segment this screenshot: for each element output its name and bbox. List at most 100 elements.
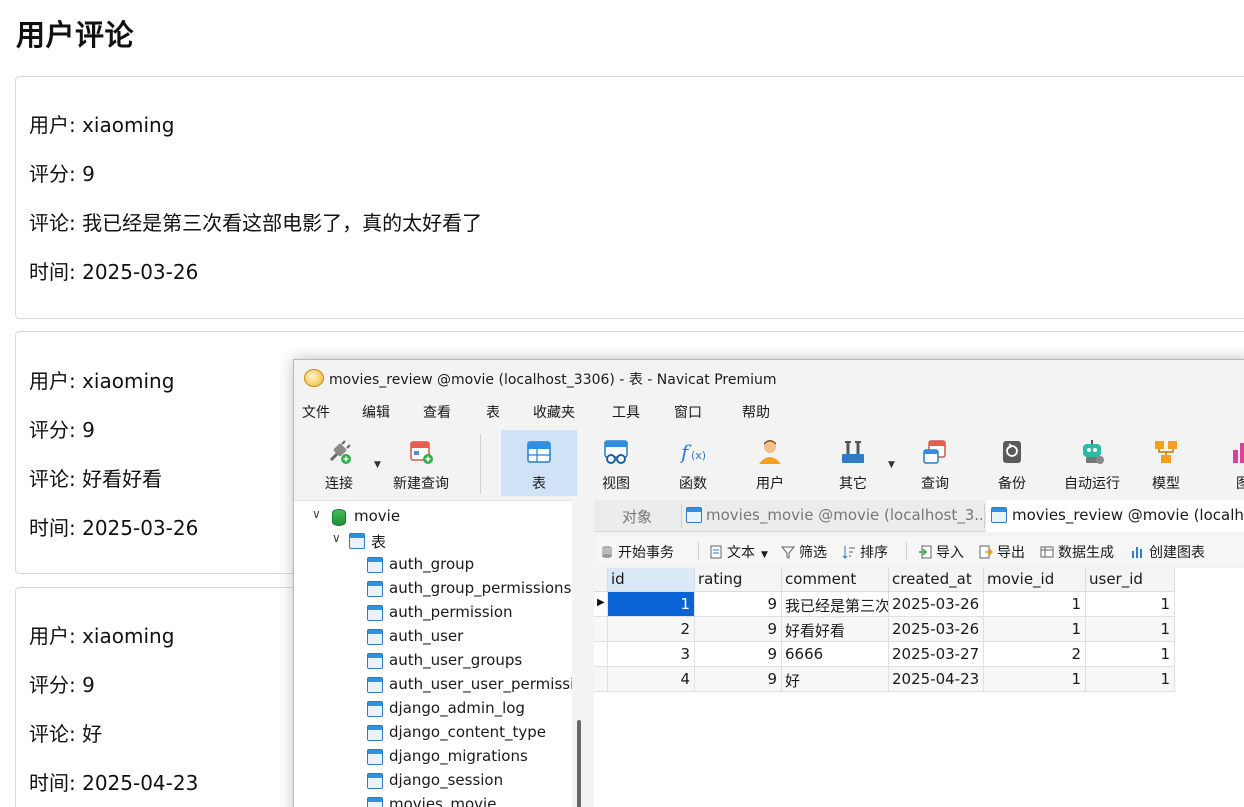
table-cell[interactable]: 2 — [608, 617, 695, 642]
table-cell[interactable]: 2025-03-26 1 — [889, 617, 984, 642]
menu-table[interactable]: 表 — [486, 402, 500, 422]
views-button[interactable]: 视图 — [578, 430, 654, 496]
backup-button[interactable]: 备份 — [974, 430, 1050, 496]
chevron-down-icon[interactable]: ∨ — [312, 507, 321, 521]
others-dropdown-icon[interactable]: ▼ — [888, 460, 895, 470]
others-button[interactable]: 其它 — [815, 430, 891, 496]
tab-divider — [984, 504, 985, 528]
automation-button[interactable]: 自动运行 — [1051, 430, 1133, 496]
tree-table-item[interactable]: auth_user_user_permissic — [367, 675, 572, 697]
export-button[interactable]: 导出 — [979, 542, 1025, 562]
create-chart-button[interactable]: 创建图表 — [1131, 542, 1205, 562]
row-marker[interactable] — [594, 617, 608, 642]
column-header-user-id[interactable]: user_id — [1086, 568, 1175, 592]
table-cell[interactable]: 1 — [984, 617, 1086, 642]
tree-table-item[interactable]: django_session — [367, 771, 572, 793]
row-marker[interactable] — [594, 642, 608, 667]
table-cell[interactable]: 2025-04-23 0 — [889, 667, 984, 692]
table-cell[interactable]: 9 — [695, 667, 782, 692]
backup-label: 备份 — [998, 476, 1026, 492]
review-time: 时间: 2025-03-26 — [29, 516, 199, 540]
table-cell[interactable]: 6666 — [782, 642, 889, 667]
toolbar-divider — [480, 434, 481, 494]
text-view-button[interactable]: 文本 ▼ — [709, 542, 768, 562]
new-query-button[interactable]: 新建查询 — [383, 430, 459, 496]
review-time: 时间: 2025-03-26 — [29, 260, 199, 284]
tree-tables-folder[interactable]: ∨ 表 — [332, 531, 532, 553]
table-cell[interactable]: 9 — [695, 617, 782, 642]
tree-scrollbar[interactable] — [577, 720, 581, 807]
model-button[interactable]: 模型 — [1128, 430, 1204, 496]
tree-table-item[interactable]: django_migrations — [367, 747, 572, 769]
tab-movies-review[interactable]: movies_review @movie (localho — [986, 500, 1244, 532]
column-header-created-at[interactable]: created_at — [889, 568, 984, 592]
tab-movies-movie[interactable]: movies_movie @movie (localhost_3... — [682, 500, 982, 532]
table-cell[interactable]: 我已经是第三次 — [782, 592, 889, 617]
queries-button[interactable]: 查询 — [897, 430, 973, 496]
tree-table-item[interactable]: django_admin_log — [367, 699, 572, 721]
menu-favorites[interactable]: 收藏夹 — [533, 402, 575, 422]
tree-table-item[interactable]: auth_permission — [367, 603, 572, 625]
menu-window[interactable]: 窗口 — [674, 402, 702, 422]
document-icon — [710, 545, 722, 559]
tree-table-item[interactable]: auth_user_groups — [367, 651, 572, 673]
window-titlebar[interactable]: movies_review @movie (localhost_3306) - … — [294, 360, 1244, 396]
table-cell[interactable]: 好 — [782, 667, 889, 692]
tree-table-item[interactable]: django_content_type — [367, 723, 572, 745]
chevron-down-icon[interactable]: ▼ — [761, 550, 768, 560]
tables-label: 表 — [532, 476, 546, 492]
plug-icon — [329, 440, 351, 464]
charts-button[interactable]: 图 — [1205, 430, 1244, 496]
menu-help[interactable]: 帮助 — [742, 402, 770, 422]
table-icon — [367, 605, 383, 621]
menu-view[interactable]: 查看 — [423, 402, 451, 422]
menu-file[interactable]: 文件 — [302, 402, 330, 422]
table-cell[interactable]: 1 — [984, 667, 1086, 692]
tree-table-label: auth_user_user_permissic — [389, 675, 572, 693]
table-cell[interactable]: 1 — [1086, 642, 1175, 667]
row-marker[interactable] — [594, 667, 608, 692]
column-header-id[interactable]: id — [608, 568, 695, 592]
table-cell[interactable]: 1 — [1086, 667, 1175, 692]
column-header-comment[interactable]: comment — [782, 568, 889, 592]
table-cell[interactable]: 3 — [608, 642, 695, 667]
table-cell[interactable]: 1 — [608, 592, 695, 617]
sort-button[interactable]: 排序 — [842, 542, 888, 562]
table-cell[interactable]: 9 — [695, 592, 782, 617]
table-cell[interactable]: 好看好看 — [782, 617, 889, 642]
tree-table-item[interactable]: auth_user — [367, 627, 572, 649]
table-cell[interactable]: 4 — [608, 667, 695, 692]
chevron-down-icon[interactable]: ∨ — [332, 531, 341, 545]
tree-table-item[interactable]: movies_movie — [367, 795, 572, 807]
table-cell[interactable]: 2025-03-26 1 — [889, 592, 984, 617]
users-button[interactable]: 用户 — [732, 430, 808, 496]
connect-button[interactable]: 连接 — [301, 430, 377, 496]
functions-button[interactable]: f (x) 函数 — [655, 430, 731, 496]
table-cell[interactable]: 1 — [1086, 617, 1175, 642]
column-header-movie-id[interactable]: movie_id — [984, 568, 1086, 592]
table-cell[interactable]: 2 — [984, 642, 1086, 667]
column-header-rating[interactable]: rating — [695, 568, 782, 592]
table-cell[interactable]: 2025-03-27 0 — [889, 642, 984, 667]
action-divider — [698, 542, 699, 560]
table-cell[interactable]: 9 — [695, 642, 782, 667]
tree-table-item[interactable]: auth_group_permissions — [367, 579, 572, 601]
menu-tools[interactable]: 工具 — [612, 402, 640, 422]
data-generation-button[interactable]: 数据生成 — [1040, 542, 1114, 562]
table-cell[interactable]: 1 — [984, 592, 1086, 617]
connect-dropdown-icon[interactable]: ▼ — [374, 460, 381, 470]
import-button[interactable]: 导入 — [918, 542, 964, 562]
queries-label: 查询 — [921, 476, 949, 492]
tab-objects[interactable]: 对象 — [594, 500, 680, 532]
filter-button[interactable]: 筛选 — [781, 542, 827, 562]
tree-table-item[interactable]: auth_group — [367, 555, 572, 577]
tree-table-label: django_content_type — [389, 723, 547, 741]
table-cell[interactable]: 1 — [1086, 592, 1175, 617]
begin-transaction-button[interactable]: 开始事务 — [600, 542, 674, 562]
tree-db-movie[interactable]: ∨ movie — [312, 507, 512, 529]
tables-button[interactable]: 表 — [501, 430, 577, 496]
action-label: 文本 — [727, 545, 755, 561]
menu-edit[interactable]: 编辑 — [362, 402, 390, 422]
current-row-arrow-icon[interactable]: ▶ — [594, 592, 608, 617]
tab-label: movies_movie @movie (localhost_3... — [706, 506, 982, 524]
